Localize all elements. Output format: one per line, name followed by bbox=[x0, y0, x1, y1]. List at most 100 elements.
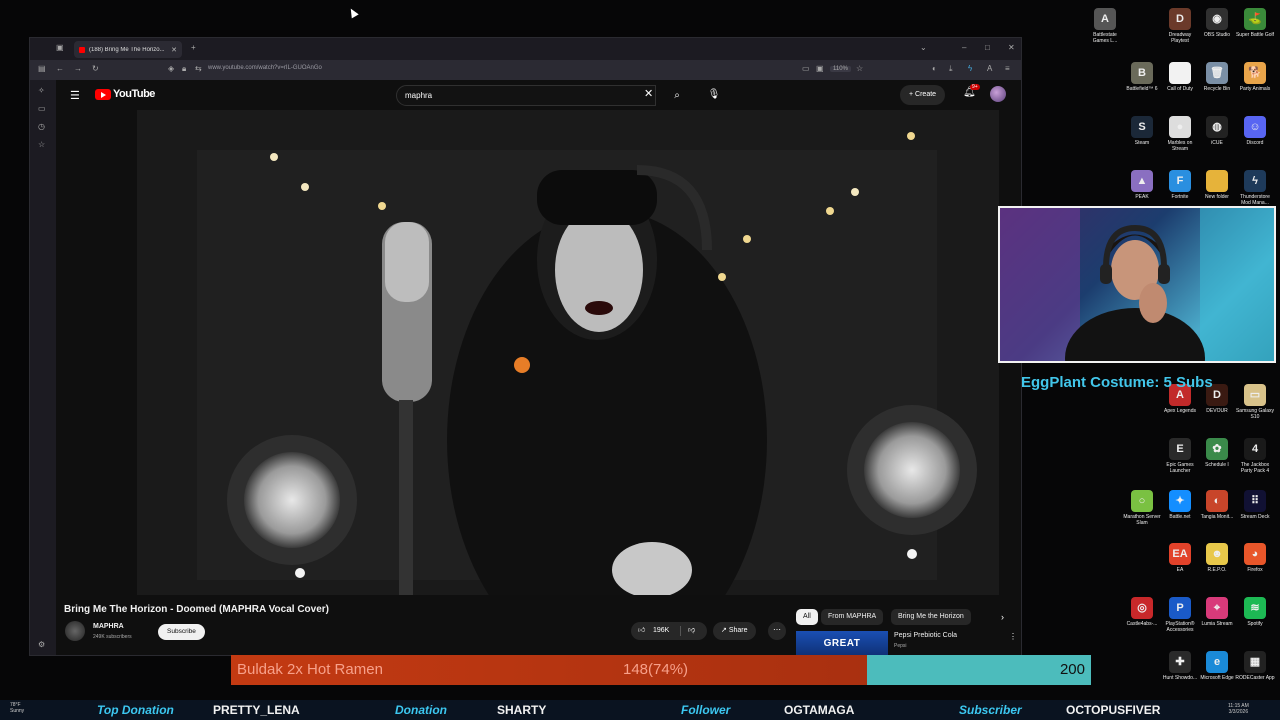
desktop-shortcut[interactable]: ▲ PEAK bbox=[1122, 170, 1162, 200]
desktop-shortcut[interactable]: ⌖ Lumia Stream bbox=[1197, 597, 1237, 627]
desktop-shortcut[interactable]: EA EA bbox=[1160, 543, 1200, 573]
clock[interactable]: 11:15 AM 3/3/2026 bbox=[1228, 703, 1249, 715]
reader-view-icon[interactable]: ▭ bbox=[802, 64, 810, 73]
peak-icon: ▲ bbox=[1131, 170, 1153, 192]
desktop-shortcut[interactable]: S Steam bbox=[1122, 116, 1162, 146]
sidebar-toggle-icon[interactable]: ▤ bbox=[38, 64, 46, 73]
desktop-shortcut[interactable]: e Microsoft Edge bbox=[1197, 651, 1237, 681]
extension-icon[interactable]: ◐ bbox=[932, 64, 937, 73]
account-icon[interactable]: A bbox=[987, 64, 992, 73]
bookmark-star-icon[interactable]: ☆ bbox=[856, 64, 863, 73]
desktop-shortcut[interactable]: ◎ Castle4abs-... bbox=[1122, 597, 1162, 627]
microphone-icon[interactable]: 🎙︎ bbox=[704, 85, 724, 105]
bookmarks-icon[interactable]: ☆ bbox=[38, 140, 45, 149]
desktop-shortcut[interactable]: E Epic Games Launcher bbox=[1160, 438, 1200, 474]
reading-list-icon[interactable]: ▭ bbox=[38, 104, 46, 113]
desktop-shortcut[interactable]: B Battlefield™ 6 bbox=[1122, 62, 1162, 92]
channel-name[interactable]: MAPHRA bbox=[93, 623, 124, 630]
thumbs-down-icon[interactable]: 👎︎ bbox=[688, 622, 695, 640]
share-button[interactable]: ↗ Share bbox=[713, 622, 756, 640]
lock-icon[interactable]: 🔒︎ bbox=[182, 64, 186, 74]
chip-all[interactable]: All bbox=[796, 609, 818, 625]
youtube-logo[interactable]: YouTube bbox=[95, 88, 155, 100]
more-actions-icon[interactable]: ⋯ bbox=[768, 622, 786, 640]
desktop-shortcut[interactable]: ☺ Discord bbox=[1235, 116, 1275, 146]
url-field[interactable]: www.youtube.com/watch?v=rIL-GUOAnGo bbox=[208, 65, 322, 71]
ad-thumbnail[interactable]: GREAT bbox=[796, 631, 888, 655]
ai-sparkle-icon[interactable]: ✧ bbox=[38, 86, 45, 95]
thumbs-up-icon[interactable]: 👍︎ bbox=[638, 622, 645, 640]
marbles-icon: ● bbox=[1169, 116, 1191, 138]
desktop-shortcut[interactable]: F Fortnite bbox=[1160, 170, 1200, 200]
chevron-right-icon[interactable]: › bbox=[1001, 612, 1004, 622]
video-title: Bring Me The Horizon - Doomed (MAPHRA Vo… bbox=[64, 604, 330, 615]
steam-icon: S bbox=[1131, 116, 1153, 138]
desktop-shortcut[interactable]: ▦ RODECaster App bbox=[1235, 651, 1275, 681]
subscribe-button[interactable]: Subscribe bbox=[158, 624, 205, 640]
forward-icon[interactable]: → bbox=[74, 64, 82, 73]
tab-list-icon[interactable]: ▣ bbox=[56, 43, 64, 52]
back-icon[interactable]: ← bbox=[56, 64, 64, 73]
extension-bolt-icon[interactable]: ϟ bbox=[968, 64, 972, 73]
hamburger-menu-icon[interactable]: ☰ bbox=[70, 89, 80, 102]
new-tab-icon[interactable]: + bbox=[191, 43, 196, 52]
desktop-shortcut[interactable]: ϟ Thunderstore Mod Mana... bbox=[1235, 170, 1275, 206]
desktop-shortcut[interactable]: ✦ Battle.net bbox=[1160, 490, 1200, 520]
create-button[interactable]: + Create bbox=[900, 85, 946, 105]
weather-widget[interactable]: 78°F Sunny bbox=[10, 702, 24, 714]
desktop-shortcut[interactable]: ○ Marathon Server Slam bbox=[1122, 490, 1162, 526]
desktop-shortcut[interactable]: ◐ Tangia Monit... bbox=[1197, 490, 1237, 520]
picture-in-picture-icon[interactable]: ▣ bbox=[816, 64, 824, 73]
desktop-shortcut-label: Call of Duty bbox=[1167, 86, 1193, 92]
desktop-shortcut[interactable]: 4 The Jackbox Party Pack 4 bbox=[1235, 438, 1275, 474]
desktop-shortcut[interactable]: P PlayStation® Accessories bbox=[1160, 597, 1200, 633]
desktop-shortcut[interactable]: ≋ Spotify bbox=[1235, 597, 1275, 627]
maximize-icon[interactable]: □ bbox=[985, 43, 990, 52]
history-icon[interactable]: ◷ bbox=[38, 122, 45, 131]
desktop-shortcut[interactable]: ● Marbles on Stream bbox=[1160, 116, 1200, 152]
ad-title[interactable]: Pepsi Prebiotic Cola bbox=[894, 632, 957, 639]
chevron-down-icon[interactable]: ⌄ bbox=[920, 43, 927, 52]
battlenet-icon: ✦ bbox=[1169, 490, 1191, 512]
chip-from-maphra[interactable]: From MAPHRA bbox=[821, 609, 884, 625]
menu-icon[interactable]: ≡ bbox=[1005, 64, 1010, 73]
desktop-shortcut[interactable]: ◉ OBS Studio bbox=[1197, 8, 1237, 38]
like-count[interactable]: 196K bbox=[653, 622, 669, 640]
desktop-shortcut[interactable]: ⛳ Super Battle Golf bbox=[1235, 8, 1275, 38]
channel-avatar[interactable] bbox=[65, 621, 85, 641]
close-tab-icon[interactable]: ✕ bbox=[171, 46, 177, 54]
chip-bring-me-the-horizon[interactable]: Bring Me the Horizon bbox=[891, 609, 971, 625]
video-player[interactable] bbox=[137, 110, 999, 595]
ticker-value-donation: SHARTY bbox=[497, 703, 547, 717]
desktop-shortcut[interactable]: ◍ iCUE bbox=[1197, 116, 1237, 146]
clear-search-icon[interactable]: ✕ bbox=[644, 87, 653, 100]
desktop-shortcut[interactable]: D Dreadway Playtest bbox=[1160, 8, 1200, 44]
desktop-shortcut[interactable]: ✚ Hunt Showdo... bbox=[1160, 651, 1200, 681]
desktop-shortcut[interactable]: ⠿ Stream Deck bbox=[1235, 490, 1275, 520]
desktop-shortcut[interactable]: 🗑 Recycle Bin bbox=[1197, 62, 1237, 92]
zoom-indicator[interactable]: 110% bbox=[830, 66, 851, 72]
event-ticker: Top Donation PRETTY_LENA Donation SHARTY… bbox=[0, 700, 1280, 720]
desktop-shortcut[interactable]: ▭ Samsung Galaxy S10 bbox=[1235, 384, 1275, 420]
desktop-shortcut[interactable]: A Battlestate Games L... bbox=[1085, 8, 1125, 44]
search-input[interactable]: maphra bbox=[396, 85, 656, 106]
browser-tab[interactable]: (188) Bring Me The Horizo... ✕ bbox=[74, 41, 182, 58]
desktop-shortcut[interactable]: ◕ Firefox bbox=[1235, 543, 1275, 573]
youtube-logo-text: YouTube bbox=[113, 88, 155, 100]
minimize-icon[interactable]: – bbox=[962, 43, 966, 52]
desktop-shortcut[interactable]: ☻ R.E.P.O. bbox=[1197, 543, 1237, 573]
settings-gear-icon[interactable]: ⚙ bbox=[38, 640, 45, 649]
download-icon[interactable]: ⤓ bbox=[949, 64, 953, 74]
ad-more-icon[interactable]: ⋮ bbox=[1009, 632, 1017, 641]
desktop-shortcut[interactable]: Call of Duty bbox=[1160, 62, 1200, 92]
shield-icon[interactable]: ◈ bbox=[168, 64, 174, 73]
account-avatar[interactable] bbox=[990, 86, 1006, 102]
permissions-icon[interactable]: ⇆ bbox=[195, 64, 202, 73]
epic-icon: E bbox=[1169, 438, 1191, 460]
search-icon[interactable]: ⌕ bbox=[666, 85, 688, 106]
desktop-shortcut[interactable]: ✿ Schedule I bbox=[1197, 438, 1237, 468]
reload-icon[interactable]: ↻ bbox=[92, 64, 99, 73]
desktop-shortcut[interactable]: 🐕 Party Animals bbox=[1235, 62, 1275, 92]
close-window-icon[interactable]: ✕ bbox=[1008, 43, 1015, 52]
desktop-shortcut[interactable]: New folder bbox=[1197, 170, 1237, 200]
